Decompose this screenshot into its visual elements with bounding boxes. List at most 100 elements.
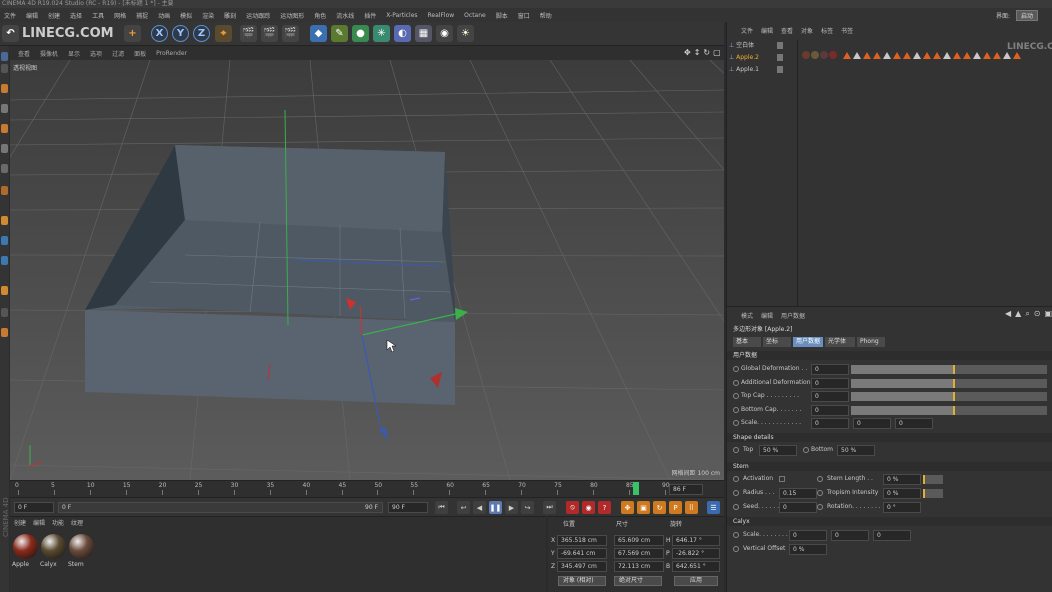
seed-field[interactable]: 0 [779,502,817,513]
attribute-menu-item[interactable]: 用户数据 [781,311,805,320]
object-row[interactable]: ⊥ 空白体 [729,40,754,51]
goto-end-icon[interactable]: ⏭ [543,501,556,514]
tag-icon[interactable] [853,52,861,59]
frame-range-slider[interactable]: 0 F 90 F [58,502,383,513]
point-level-key-icon[interactable]: ⠿ [685,501,698,514]
scale-y-field[interactable]: 0 [853,418,891,429]
deformer-icon[interactable]: ◐ [394,25,411,42]
back-arrow-icon[interactable]: ◀ [1005,309,1011,319]
keyframe-selection-icon[interactable]: ? [598,501,611,514]
rotation-field[interactable]: 0 ° [883,502,921,513]
next-key-icon[interactable]: ↪ [521,501,534,514]
menu-item[interactable]: 角色 [314,11,326,20]
tag-icon[interactable] [843,52,851,59]
tag-icon[interactable] [913,52,921,59]
tag-icon[interactable] [893,52,901,59]
tag-icon[interactable] [973,52,981,59]
menu-item[interactable]: 流水线 [336,11,354,20]
layout-select[interactable]: 启动 [1016,10,1039,21]
attribute-tab[interactable]: 基本 [733,337,761,347]
cloner-icon[interactable]: ✳ [373,25,390,42]
autokey-icon[interactable]: ◉ [582,501,595,514]
viewport-solo-icon[interactable] [1,308,8,317]
render-settings-icon[interactable]: 🎬 [282,25,299,42]
menu-item[interactable]: Octane [464,12,486,19]
object-row[interactable]: ⊥ Apple.2 [729,52,759,63]
viewport-menu-item[interactable]: 摄像机 [40,49,58,58]
size-field[interactable]: 67.569 cm [614,548,664,559]
param-value-field[interactable]: 0 [811,364,849,375]
calyx-section[interactable]: Calyx [727,517,1052,526]
animate-dot-icon[interactable] [733,406,739,413]
viewport-menu-item[interactable]: 选项 [90,49,102,58]
start-frame-field[interactable]: 0 F [14,502,54,513]
rotate-view-icon[interactable]: ↻ [703,48,710,57]
menu-item[interactable]: 帮助 [540,11,552,20]
menu-item[interactable]: 脚本 [496,11,508,20]
spline-pen-icon[interactable]: ✎ [331,25,348,42]
param-slider[interactable] [851,365,1047,374]
calyx-scale-y-field[interactable]: 0 [831,530,869,541]
attribute-tab[interactable]: 坐标 [763,337,791,347]
perspective-viewport[interactable]: 透视视图 网格间距 100 cm [10,60,724,480]
x-axis-lock-icon[interactable]: X [151,25,168,42]
record-active-icon[interactable]: ⦸ [566,501,579,514]
parameter-key-icon[interactable]: P [669,501,682,514]
render-picture-viewer-icon[interactable]: 🎬 [261,25,278,42]
menu-item[interactable]: 编辑 [26,11,38,20]
new-window-icon[interactable]: ▣ [1045,309,1052,319]
scale-z-field[interactable]: 0 [895,418,933,429]
model-mode-icon[interactable] [1,64,8,73]
calyx-scale-x-field[interactable]: 0 [789,530,827,541]
menu-item[interactable]: 运动图形 [280,11,304,20]
material-menu-item[interactable]: 编辑 [33,518,45,527]
material-swatch[interactable]: Stem [68,533,95,573]
tag-icon[interactable] [873,52,881,59]
menu-item[interactable]: 雕刻 [224,11,236,20]
size-field[interactable]: 72.113 cm [614,561,664,572]
menu-item[interactable]: 渲染 [202,11,214,20]
render-view-icon[interactable]: 🎬 [240,25,257,42]
tag-icon[interactable] [903,52,911,59]
up-arrow-icon[interactable]: ▲ [1015,309,1021,319]
menu-item[interactable]: 动画 [158,11,170,20]
zoom-view-icon[interactable]: ↕ [694,48,701,57]
subdivision-icon[interactable]: ● [352,25,369,42]
viewport-menu-item[interactable]: 面板 [134,49,146,58]
object-manager-menu-item[interactable]: 文件 [741,26,753,35]
tag-icon[interactable] [983,52,991,59]
viewport-menu-item[interactable]: 过滤 [112,49,124,58]
rotation-field[interactable]: 642.651 ° [672,561,720,572]
attribute-tab[interactable]: 用户数据 [793,337,823,347]
viewport-menu-item[interactable]: 显示 [68,49,80,58]
menu-item[interactable]: 工具 [92,11,104,20]
menu-item[interactable]: X-Particles [386,12,417,19]
axis-mode-icon[interactable] [1,164,8,173]
scale-key-icon[interactable]: ▣ [637,501,650,514]
tropism-slider[interactable] [923,489,943,498]
tag-icon[interactable] [943,52,951,59]
timeline-ruler[interactable]: 86 F 0 5 10 15 20 25 30 35 40 45 50 55 60 65 70 75 80 85 9… [10,480,724,497]
material-swatch[interactable]: Apple [12,533,39,573]
tweak-mode-icon[interactable] [1,186,8,195]
tag-icon[interactable] [1003,52,1011,59]
tropism-field[interactable]: 0 % [883,488,921,499]
object-manager-menu-item[interactable]: 编辑 [761,26,773,35]
menu-item[interactable]: 模拟 [180,11,192,20]
top-field[interactable]: 50 % [759,445,797,456]
previous-frame-icon[interactable]: ◀ [473,501,486,514]
object-row[interactable]: ⊥ Apple.1 [729,64,759,75]
points-mode-icon[interactable] [1,104,8,113]
param-slider[interactable] [851,392,1047,401]
coordinate-system-icon[interactable]: ⌖ [215,25,232,42]
snapping-icon[interactable] [1,216,8,225]
floor-icon[interactable]: ▦ [415,25,432,42]
radius-field[interactable]: 0.15 [779,488,817,499]
position-field[interactable]: -69.641 cm [557,548,607,559]
size-mode-select[interactable]: 绝对尺寸 [614,576,662,586]
bottom-field[interactable]: 50 % [837,445,875,456]
activation-checkbox[interactable] [779,476,785,482]
menu-item[interactable]: 捕捉 [136,11,148,20]
maximize-view-icon[interactable]: ▢ [713,48,721,57]
animate-dot-icon[interactable] [733,393,739,399]
